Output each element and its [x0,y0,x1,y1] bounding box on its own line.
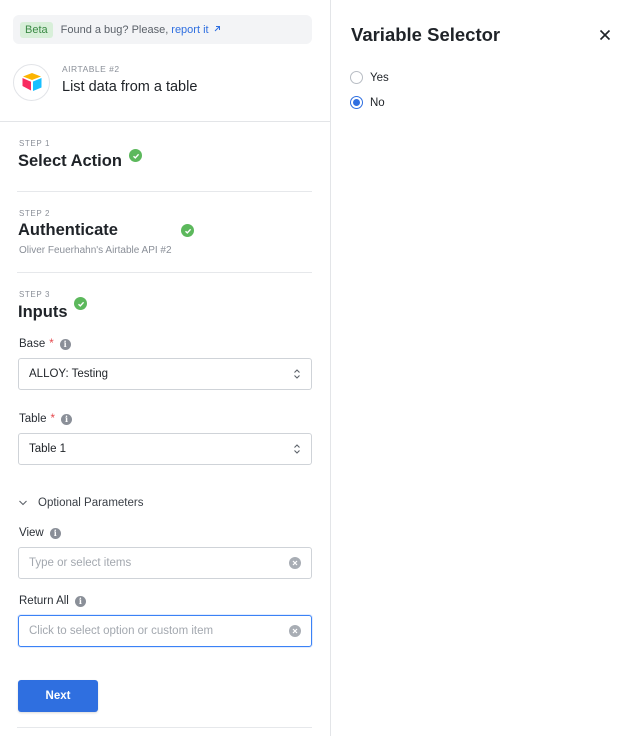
base-label: Base * i [19,338,71,350]
next-button[interactable]: Next [18,680,98,712]
info-icon[interactable]: i [49,527,61,539]
return-all-input[interactable]: Click to select option or custom item [18,615,312,647]
radio-option-no[interactable]: No [350,96,385,109]
report-link[interactable]: report it [171,24,220,36]
footer-divider [17,727,312,728]
chevron-up-down-icon [294,444,300,454]
info-icon[interactable]: i [59,338,71,350]
step-1-title[interactable]: Select Action [18,152,122,171]
step-3-check-icon [74,297,87,310]
airtable-logo-icon [13,63,50,101]
view-input[interactable]: Type or select items [18,547,312,579]
bug-text: Found a bug? Please, [60,23,169,36]
step-2-label: STEP 2 [19,209,51,218]
view-placeholder: Type or select items [29,557,132,569]
step-1-label: STEP 1 [19,139,51,148]
step-divider [17,272,312,273]
step-2-title[interactable]: Authenticate [18,221,118,240]
radio-button-selected[interactable] [350,96,363,109]
chevron-down-icon [19,500,27,506]
app-title: List data from a table [62,78,198,95]
app-header: AIRTABLE #2 List data from a table [13,62,197,102]
return-all-placeholder: Click to select option or custom item [29,625,214,637]
workflow-step-panel: Beta Found a bug? Please, report it AIRT… [0,0,331,736]
info-icon[interactable]: i [74,595,86,607]
base-select[interactable]: ALLOY: Testing [18,358,312,390]
beta-badge: Beta [20,21,53,38]
close-icon[interactable] [598,28,612,42]
step-1-check-icon [129,149,142,162]
table-select[interactable]: Table 1 [18,433,312,465]
required-mark: * [49,338,54,350]
step-divider [17,191,312,192]
base-value: ALLOY: Testing [29,368,109,380]
step-3-label: STEP 3 [19,290,51,299]
info-icon[interactable]: i [60,413,72,425]
external-link-icon [214,25,220,31]
radio-button[interactable] [350,71,363,84]
app-label: AIRTABLE #2 [62,63,120,74]
header-divider [0,121,331,122]
radio-option-yes[interactable]: Yes [350,71,389,84]
required-mark: * [50,413,55,425]
variable-selector-panel: Variable Selector Yes No [332,0,632,736]
chevron-up-down-icon [294,369,300,379]
optional-parameters-toggle[interactable]: Optional Parameters [18,497,143,509]
step-3-title[interactable]: Inputs [18,303,68,322]
view-label: View i [19,527,61,539]
step-2-check-icon [181,224,194,237]
step-2-account: Oliver Feuerhahn's Airtable API #2 [19,245,172,256]
return-all-label: Return All i [19,595,86,607]
clear-icon[interactable] [289,625,301,637]
clear-icon[interactable] [289,557,301,569]
table-value: Table 1 [29,443,67,455]
panel-title: Variable Selector [351,24,501,45]
beta-banner: Beta Found a bug? Please, report it [13,15,312,44]
table-label: Table * i [19,413,72,425]
